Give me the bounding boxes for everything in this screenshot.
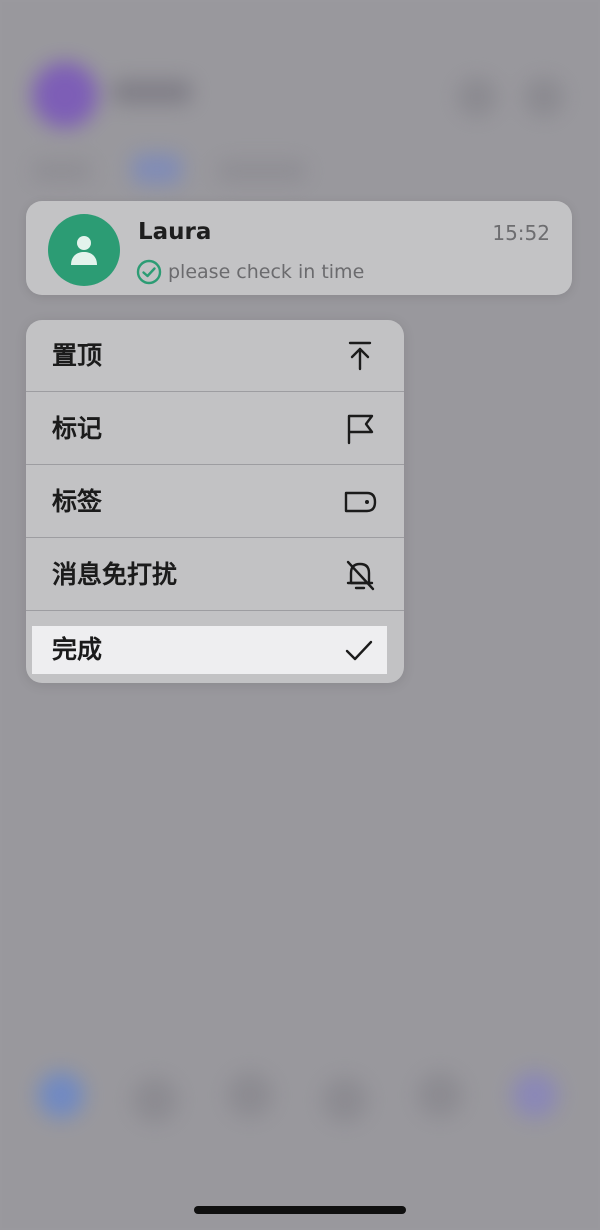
blurred-tab-bar-icon bbox=[227, 1072, 273, 1118]
pin-to-top-icon bbox=[348, 341, 372, 371]
checkmark-icon bbox=[345, 640, 373, 661]
menu-item-label: 标记 bbox=[52, 414, 103, 443]
menu-item-mark[interactable]: 标记 bbox=[26, 393, 404, 465]
blurred-tab-bar-icon bbox=[417, 1072, 463, 1118]
contact-name: Laura bbox=[138, 219, 212, 245]
blurred-tab-bar-icon bbox=[38, 1072, 84, 1118]
blurred-tab bbox=[217, 160, 307, 182]
blurred-search-icon bbox=[457, 77, 497, 117]
menu-item-pin-to-top[interactable]: 置顶 bbox=[26, 320, 404, 392]
avatar bbox=[48, 214, 120, 286]
blurred-tab-bar-icon bbox=[132, 1077, 178, 1123]
screen: Laura 15:52 please check in time 置顶 标记 标… bbox=[2, 2, 598, 1228]
message-preview: please check in time bbox=[136, 259, 364, 285]
blurred-tab bbox=[32, 160, 92, 182]
blurred-tab-bar-icon bbox=[512, 1072, 558, 1118]
blurred-tab-active bbox=[132, 154, 182, 184]
check-circle-icon bbox=[136, 259, 162, 285]
menu-item-label: 置顶 bbox=[52, 341, 103, 370]
person-icon bbox=[71, 236, 97, 265]
menu-item-label: 标签 bbox=[52, 487, 103, 516]
blurred-title bbox=[112, 80, 192, 104]
home-indicator[interactable] bbox=[194, 1206, 406, 1214]
menu-item-label: 完成 bbox=[52, 635, 103, 664]
menu-item-label: 消息免打扰 bbox=[52, 560, 178, 589]
blurred-tab-bar-icon bbox=[322, 1077, 368, 1123]
context-menu: 置顶 标记 标签 消息免打扰 完成 bbox=[26, 320, 404, 683]
menu-item-tag[interactable]: 标签 bbox=[26, 466, 404, 538]
preview-text: please check in time bbox=[168, 261, 365, 283]
tag-icon bbox=[344, 491, 377, 513]
message-time: 15:52 bbox=[492, 221, 550, 245]
blurred-avatar bbox=[32, 62, 98, 128]
bell-off-icon bbox=[346, 560, 375, 591]
menu-item-done[interactable]: 完成 bbox=[32, 626, 387, 674]
conversation-preview-card[interactable]: Laura 15:52 please check in time bbox=[26, 201, 572, 295]
menu-item-do-not-disturb[interactable]: 消息免打扰 bbox=[26, 539, 404, 611]
blurred-add-icon bbox=[524, 77, 564, 117]
flag-icon bbox=[347, 414, 374, 445]
